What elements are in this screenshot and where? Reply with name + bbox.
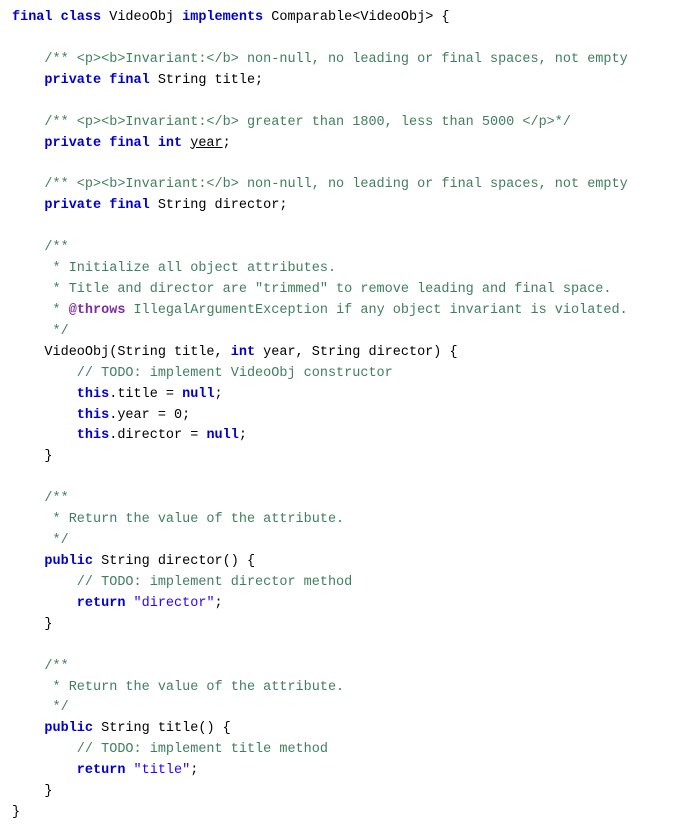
code-line xyxy=(0,154,677,175)
code-line: public String director() { xyxy=(0,552,677,573)
code-line: * Return the value of the attribute. xyxy=(0,510,677,531)
code-line: private final String director; xyxy=(0,196,677,217)
code-line: this.director = null; xyxy=(0,426,677,447)
code-line: return "director"; xyxy=(0,594,677,615)
code-line: return "title"; xyxy=(0,761,677,782)
code-line: /** xyxy=(0,657,677,678)
code-line: } xyxy=(0,803,677,824)
code-line: this.title = null; xyxy=(0,385,677,406)
code-line: /** <p><b>Invariant:</b> greater than 18… xyxy=(0,113,677,134)
code-line: private final int year; xyxy=(0,134,677,155)
code-line: private final String title; xyxy=(0,71,677,92)
code-line xyxy=(0,636,677,657)
code-line: } xyxy=(0,447,677,468)
code-line: * Return the value of the attribute. xyxy=(0,678,677,699)
code-line: this.year = 0; xyxy=(0,406,677,427)
code-line: * Title and director are "trimmed" to re… xyxy=(0,280,677,301)
code-line: // TODO: implement title method xyxy=(0,740,677,761)
code-line: // TODO: implement VideoObj constructor xyxy=(0,364,677,385)
code-line xyxy=(0,29,677,50)
code-editor: final class VideoObj implements Comparab… xyxy=(0,0,677,832)
code-line: */ xyxy=(0,531,677,552)
code-line: /** <p><b>Invariant:</b> non-null, no le… xyxy=(0,50,677,71)
code-line: final class VideoObj implements Comparab… xyxy=(0,8,677,29)
code-line: // TODO: implement director method xyxy=(0,573,677,594)
code-line xyxy=(0,92,677,113)
code-line: VideoObj(String title, int year, String … xyxy=(0,343,677,364)
code-line: */ xyxy=(0,698,677,719)
code-line: /** xyxy=(0,238,677,259)
code-line: * @throws IllegalArgumentException if an… xyxy=(0,301,677,322)
code-line: /** xyxy=(0,489,677,510)
code-line: /** <p><b>Invariant:</b> non-null, no le… xyxy=(0,175,677,196)
code-line xyxy=(0,217,677,238)
code-line xyxy=(0,468,677,489)
code-line: } xyxy=(0,615,677,636)
code-line: */ xyxy=(0,322,677,343)
code-line: * Initialize all object attributes. xyxy=(0,259,677,280)
code-line: } xyxy=(0,782,677,803)
code-line: public String title() { xyxy=(0,719,677,740)
